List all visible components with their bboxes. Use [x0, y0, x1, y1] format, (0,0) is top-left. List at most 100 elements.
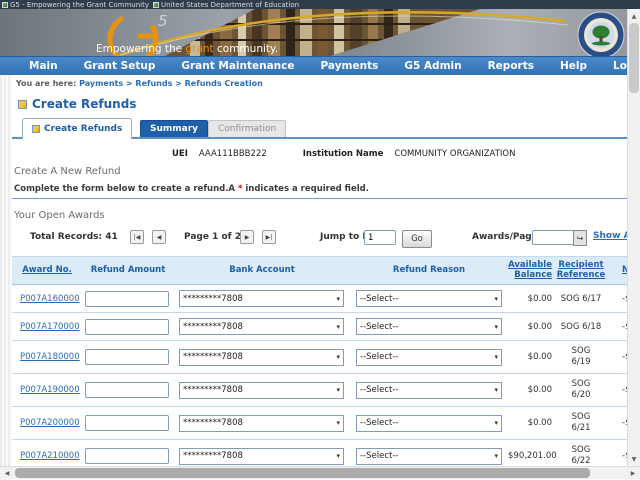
window-tab-g5[interactable]: G5 - Empowering the Grant Community — [2, 1, 149, 9]
awards-per-page-input[interactable] — [532, 230, 574, 245]
header-available-balance[interactable]: Available Balance — [508, 261, 554, 281]
tab-confirmation-label: Confirmation — [218, 124, 276, 134]
chevron-down-icon: ▾ — [494, 452, 498, 460]
nav-reports[interactable]: Reports — [475, 60, 547, 72]
g5-favicon-icon — [2, 2, 8, 8]
g5-application-window: G5 - Empowering the Grant Community Unit… — [0, 0, 640, 480]
scroll-left-icon[interactable]: ◀ — [1, 467, 13, 479]
net-draws-value: -$10 — [608, 451, 628, 461]
scroll-up-icon[interactable]: ▲ — [628, 10, 640, 22]
page-title: Create Refunds — [18, 97, 136, 111]
breadcrumb-links[interactable]: Payments > Refunds > Refunds Creation — [79, 79, 263, 88]
chevron-down-icon: ▾ — [494, 419, 498, 427]
g5-logo-numeral: 5 — [158, 12, 168, 30]
award-link[interactable]: P007A200000 — [12, 418, 80, 428]
breadcrumb: You are here: Payments > Refunds > Refun… — [16, 79, 263, 88]
nav-main[interactable]: Main — [16, 60, 71, 72]
page-title-icon — [18, 100, 27, 109]
net-draws-value: -$16 — [608, 294, 628, 304]
refund-reason-select[interactable]: --Select-- ▾ — [356, 448, 502, 465]
chevron-down-icon: ▾ — [336, 353, 340, 361]
available-balance-value: $0.00 — [508, 352, 554, 362]
header-banner: 5 Empowering the grant community. — [0, 9, 640, 57]
header-net-draws[interactable]: Net Draws — [608, 266, 628, 276]
page-status-label: Page 1 of 2 — [184, 232, 241, 242]
vertical-scrollbar-thumb[interactable] — [629, 23, 639, 93]
header-refund-amount: Refund Amount — [82, 266, 174, 276]
refund-reason-select[interactable]: --Select-- ▾ — [356, 415, 502, 432]
refund-reason-select[interactable]: --Select--▾ — [356, 349, 502, 366]
bank-account-select[interactable]: *********7808▾ — [179, 349, 344, 366]
total-records-label: Total Records: 41 — [30, 232, 118, 242]
bank-account-select[interactable]: *********7808▾ — [179, 290, 344, 307]
refund-reason-value: --Select-- — [360, 451, 399, 461]
award-link[interactable]: P007A170000 — [12, 322, 80, 332]
chevron-down-icon: ▾ — [336, 323, 340, 331]
table-row: P007A180000 *********7808▾ --Select--▾ $… — [12, 341, 628, 374]
prev-page-button[interactable]: ◀ — [152, 230, 166, 244]
go-button[interactable]: Go — [402, 230, 432, 248]
next-page-button[interactable]: ▶ — [240, 230, 254, 244]
nav-grant-setup[interactable]: Grant Setup — [71, 60, 169, 72]
tab-create-refunds-label: Create Refunds — [44, 124, 122, 134]
horizontal-scrollbar[interactable]: ◀ ▶ — [0, 466, 640, 479]
jump-to-page-input[interactable] — [364, 230, 396, 245]
refund-reason-select[interactable]: --Select--▾ — [356, 290, 502, 307]
header-award-no[interactable]: Award No. — [12, 266, 82, 276]
last-page-button[interactable]: ▶| — [262, 230, 276, 244]
award-link[interactable]: P007A190000 — [12, 385, 80, 395]
refund-amount-input[interactable] — [85, 382, 169, 398]
bank-account-select[interactable]: *********7808▾ — [179, 318, 344, 335]
table-row: P007A200000 *********7808▾ --Select--▾ $… — [12, 407, 628, 440]
refund-reason-value: --Select-- — [360, 385, 399, 395]
net-draws-value: -$18 — [608, 418, 628, 428]
chevron-down-icon: ▾ — [336, 419, 340, 427]
recipient-reference-value: SOG 6/20 — [554, 379, 608, 402]
pagination-bar: Total Records: 41 |◀ ◀ Page 1 of 2 ▶ ▶| … — [12, 226, 628, 250]
section-divider — [12, 198, 628, 199]
award-link[interactable]: P007A210000 — [12, 451, 80, 461]
scroll-down-icon[interactable]: ▼ — [628, 453, 640, 465]
bank-account-value: *********7808 — [183, 451, 243, 461]
available-balance-value: $0.00 — [508, 322, 554, 332]
refund-amount-input[interactable] — [85, 415, 169, 431]
tab-summary[interactable]: Summary — [140, 120, 208, 137]
bank-account-value: *********7808 — [183, 294, 243, 304]
vertical-scrollbar[interactable]: ▲ ▼ — [627, 9, 640, 466]
breadcrumb-prefix: You are here: — [16, 79, 76, 88]
refund-reason-value: --Select-- — [360, 418, 399, 428]
refund-reason-select[interactable]: --Select--▾ — [356, 318, 502, 335]
available-balance-value: $90,201.00 — [508, 451, 554, 461]
net-draws-value: -$16 — [608, 322, 628, 332]
award-link[interactable]: P007A180000 — [12, 352, 80, 362]
nav-grant-maintenance[interactable]: Grant Maintenance — [168, 60, 307, 72]
refund-amount-input[interactable] — [85, 448, 169, 464]
header-refund-reason: Refund Reason — [350, 266, 508, 276]
table-header-row: Award No. Refund Amount Bank Account Ref… — [12, 256, 628, 285]
nav-help[interactable]: Help — [547, 60, 600, 72]
award-link[interactable]: P007A160000 — [12, 294, 80, 304]
window-title-strip: G5 - Empowering the Grant Community Unit… — [0, 0, 640, 9]
bank-account-select[interactable]: *********7808▾ — [179, 382, 344, 399]
recipient-reference-value: SOG 6/21 — [554, 412, 608, 435]
header-recipient-reference[interactable]: Recipient Reference — [554, 261, 608, 281]
refund-amount-input[interactable] — [85, 291, 169, 307]
chevron-down-icon: ▾ — [336, 452, 340, 460]
nav-g5-admin[interactable]: G5 Admin — [391, 60, 474, 72]
tab-create-refunds[interactable]: Create Refunds — [22, 118, 132, 139]
chevron-down-icon: ▾ — [494, 323, 498, 331]
awards-per-page-apply-button[interactable]: ↪ — [573, 230, 587, 246]
nav-payments[interactable]: Payments — [308, 60, 392, 72]
refund-reason-select[interactable]: --Select--▾ — [356, 382, 502, 399]
window-tab-g5-label: G5 - Empowering the Grant Community — [10, 1, 149, 9]
window-tab-ed[interactable]: United States Department of Education — [153, 1, 299, 9]
scroll-right-icon[interactable]: ▶ — [627, 467, 639, 479]
refund-amount-input[interactable] — [85, 319, 169, 335]
refund-reason-value: --Select-- — [360, 352, 399, 362]
horizontal-scrollbar-thumb[interactable] — [15, 468, 590, 478]
bank-account-select[interactable]: *********7808 ▾ — [179, 448, 344, 465]
refund-amount-input[interactable] — [85, 349, 169, 365]
first-page-button[interactable]: |◀ — [130, 230, 144, 244]
bank-account-select[interactable]: *********7808▾ — [179, 415, 344, 432]
tab-summary-label: Summary — [150, 124, 198, 134]
